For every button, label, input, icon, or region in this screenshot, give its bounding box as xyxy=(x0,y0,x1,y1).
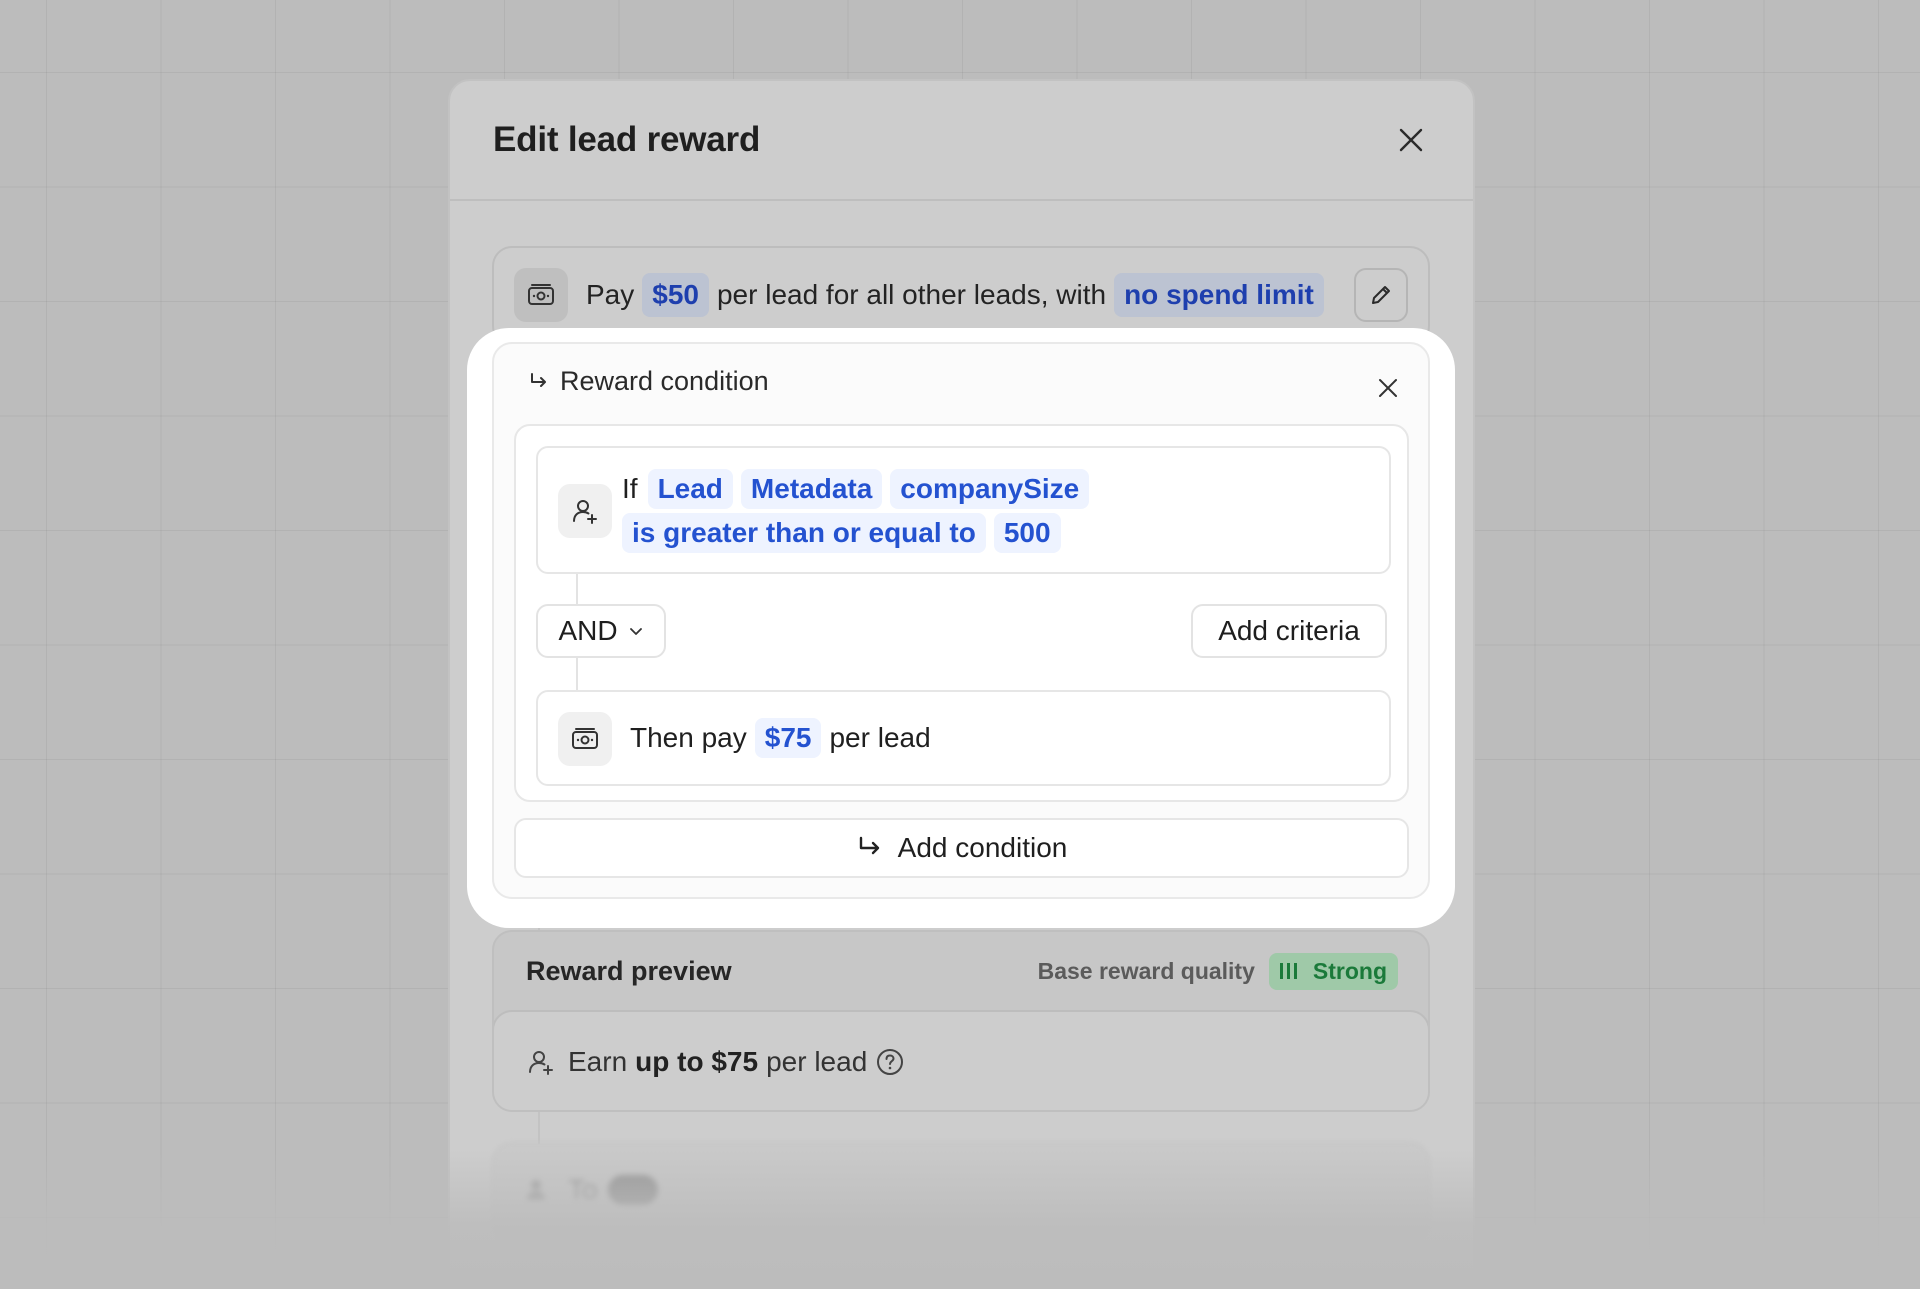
return-arrow-icon xyxy=(859,836,879,855)
quality-value: Strong xyxy=(1312,957,1387,984)
then-pay-text: Then pay $75 per lead xyxy=(630,718,931,758)
pay-label: Pay xyxy=(586,279,635,310)
attribute-chip[interactable]: Metadata xyxy=(740,469,883,509)
preview-body: Earn up to $75 per lead xyxy=(494,1010,1428,1110)
base-middle-text: per lead for all other leads, with xyxy=(716,279,1107,310)
money-icon xyxy=(558,712,612,766)
pencil-icon xyxy=(1372,286,1390,304)
condition-title: Reward condition xyxy=(560,366,769,396)
base-reward-row: Pay $50 per lead for all other leads, wi… xyxy=(514,268,1408,322)
condition-header: Reward condition xyxy=(528,366,769,397)
edit-base-reward-button[interactable] xyxy=(1354,268,1408,322)
user-plus-icon xyxy=(558,484,612,538)
if-criteria-text: If Lead Metadata companySize is greater … xyxy=(622,468,1097,556)
then-amount-chip[interactable]: $75 xyxy=(754,718,822,758)
close-icon xyxy=(1379,379,1397,397)
earn-amount: up to $75 xyxy=(635,1046,759,1077)
reward-quality: Base reward quality Strong xyxy=(1037,952,1398,990)
logic-operator-dropdown[interactable]: AND xyxy=(536,604,666,658)
signal-bars-icon xyxy=(1279,963,1301,979)
operator-chip[interactable]: is greater than or equal to xyxy=(622,513,986,553)
close-icon xyxy=(1399,128,1423,152)
base-amount-chip[interactable]: $50 xyxy=(642,273,709,317)
then-pay-label: Then pay xyxy=(630,722,747,753)
user-plus-icon xyxy=(529,1051,553,1075)
close-modal-button[interactable] xyxy=(1389,118,1433,162)
condition-body: If Lead Metadata companySize is greater … xyxy=(514,424,1409,802)
earn-prefix: Earn xyxy=(568,1046,628,1077)
value-chip[interactable]: 500 xyxy=(993,513,1061,553)
earn-text: Earn up to $75 per lead xyxy=(568,1046,905,1078)
base-reward-text: Pay $50 per lead for all other leads, wi… xyxy=(586,273,1332,317)
modal-header: Edit lead reward xyxy=(450,81,1473,201)
then-suffix: per lead xyxy=(829,722,931,753)
entity-chip[interactable]: Lead xyxy=(647,469,733,509)
remove-condition-button[interactable] xyxy=(1366,366,1410,410)
connector-line xyxy=(576,572,578,606)
chevron-down-icon xyxy=(629,628,642,635)
add-condition-label: Add condition xyxy=(897,832,1068,863)
field-chip[interactable]: companySize xyxy=(890,469,1090,509)
if-label: If xyxy=(622,473,638,504)
then-pay-card: Then pay $75 per lead xyxy=(536,690,1391,786)
reward-condition-card: Reward condition If Lead Metadata compan… xyxy=(492,342,1430,899)
connector-line xyxy=(538,1110,540,1144)
preview-title: Reward preview xyxy=(526,955,732,986)
quality-badge: Strong xyxy=(1268,952,1398,990)
earn-suffix: per lead xyxy=(766,1046,868,1077)
add-criteria-button[interactable]: Add criteria xyxy=(1191,604,1387,658)
reward-preview-card: Reward preview Base reward quality Stron… xyxy=(492,930,1430,1112)
return-arrow-icon xyxy=(531,372,546,387)
money-icon xyxy=(514,268,568,322)
add-condition-button[interactable]: Add condition xyxy=(514,818,1409,878)
logic-operator-label: AND xyxy=(558,615,618,646)
preview-header: Reward preview Base reward quality Stron… xyxy=(494,932,1428,1010)
bottom-fade xyxy=(0,1150,1920,1289)
spend-limit-chip[interactable]: no spend limit xyxy=(1114,273,1324,317)
quality-label: Base reward quality xyxy=(1037,957,1255,984)
modal-title: Edit lead reward xyxy=(493,120,761,159)
connector-line xyxy=(576,656,578,692)
if-criteria-card: If Lead Metadata companySize is greater … xyxy=(536,446,1391,574)
help-icon[interactable] xyxy=(875,1047,905,1077)
